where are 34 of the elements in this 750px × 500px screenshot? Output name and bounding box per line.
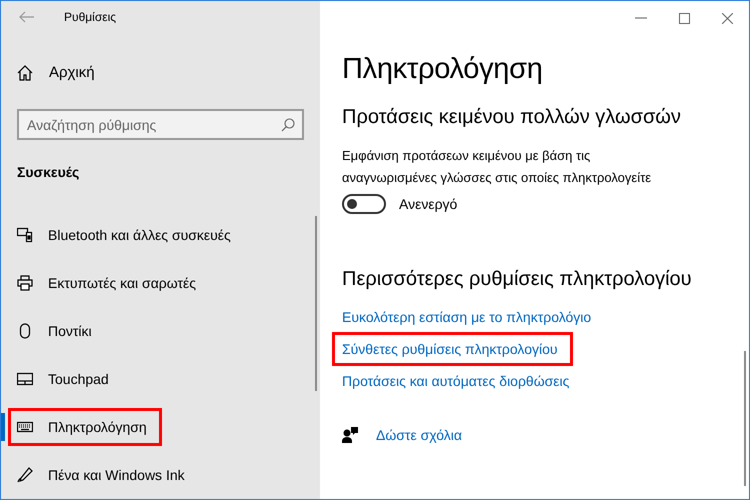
feedback-link[interactable]: Δώστε σχόλια (376, 427, 462, 443)
setting-description: Εμφάνιση προτάσεων κειμένου με βάση τις αναγνωρισμένες γλώσσες στις οποίες πληκτρολογείτε (342, 147, 652, 187)
devices-icon (17, 226, 33, 243)
sidebar-item[interactable]: Πένα και Windows Ink (9, 456, 193, 493)
feedback-icon (342, 427, 358, 443)
toggle-switch[interactable] (342, 194, 386, 214)
mouse-icon (17, 322, 33, 339)
settings-link[interactable]: Προτάσεις και αυτόματες διορθώσεις (342, 373, 570, 389)
home-nav-item[interactable]: Αρχική (1, 58, 320, 88)
settings-link[interactable]: Σύνθετες ρυθμίσεις πληκτρολογίου (333, 333, 572, 365)
scrollbar[interactable] (744, 351, 746, 486)
close-icon (722, 12, 732, 24)
home-icon (17, 64, 33, 81)
search-icon (281, 118, 295, 132)
sidebar-item[interactable]: Εκτυπωτές και σαρωτές (9, 264, 204, 301)
settings-link[interactable]: Ευκολότερη εστίαση με το πληκτρολόγιο (342, 309, 592, 325)
toggle-label: Ανενεργό (399, 196, 458, 212)
maximize-icon (678, 12, 690, 24)
touchpad-icon (17, 370, 33, 387)
section-heading: Προτάσεις κειμένου πολλών γλωσσών (342, 106, 682, 129)
scrollbar[interactable] (315, 216, 317, 391)
page-title: Πληκτρολόγηση (342, 53, 544, 86)
sidebar-item[interactable]: Πληκτρολόγηση (9, 408, 161, 445)
pen-icon (17, 466, 33, 483)
search-field[interactable]: Αναζήτηση ρύθμισης (17, 109, 304, 140)
sidebar-item[interactable]: Bluetooth και άλλες συσκευές (9, 216, 239, 253)
window-title: Ρυθμίσεις (64, 10, 116, 24)
back-arrow-icon (19, 11, 35, 24)
section-heading: Περισσότερες ρυθμίσεις πληκτρολογίου (342, 268, 693, 291)
section-heading: Συσκευές (17, 164, 80, 180)
printer-icon (17, 274, 33, 291)
minimize-icon (635, 17, 647, 19)
sidebar-item[interactable]: Ποντίκι (9, 312, 100, 349)
sidebar-item[interactable]: Touchpad (9, 360, 117, 397)
